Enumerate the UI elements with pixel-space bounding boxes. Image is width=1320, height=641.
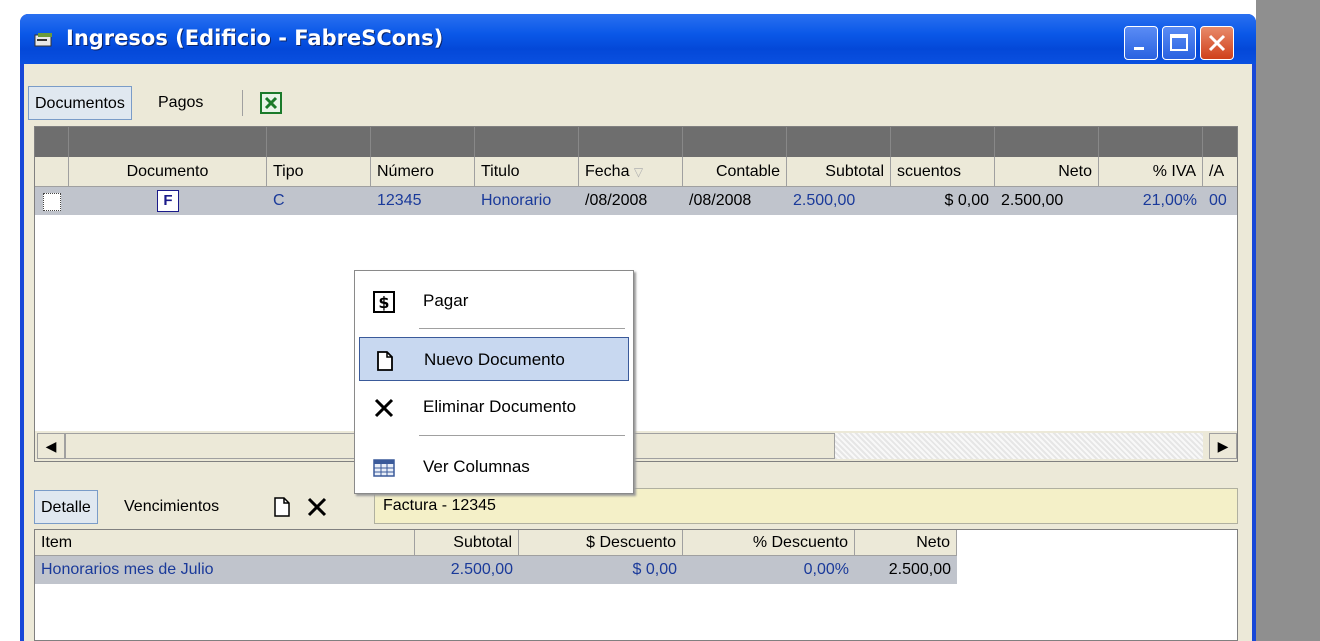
- documents-grid[interactable]: Documento Tipo Número Titulo Fecha ▽ Con…: [34, 126, 1238, 462]
- maximize-button[interactable]: [1162, 26, 1196, 60]
- column-header[interactable]: Contable: [683, 157, 787, 187]
- column-header[interactable]: Subtotal: [787, 157, 891, 187]
- column-header-sorted[interactable]: Fecha ▽: [579, 157, 683, 187]
- columns-icon: [373, 459, 395, 477]
- menu-item-ver-columnas[interactable]: Ver Columnas: [359, 445, 629, 489]
- column-header[interactable]: Documento: [69, 157, 267, 187]
- menu-item-label: Nuevo Documento: [424, 350, 565, 369]
- cell-item: Honorarios mes de Julio: [41, 561, 214, 578]
- tab-vencimientos[interactable]: Vencimientos: [118, 490, 225, 524]
- scroll-right-arrow-icon[interactable]: ▶: [1209, 433, 1237, 459]
- main-window: Ingresos (Edificio - FabreSCons) Documen…: [20, 14, 1256, 641]
- background-area: [1256, 0, 1320, 641]
- horizontal-scrollbar[interactable]: ◀ ▶: [35, 431, 1237, 461]
- close-icon: [1208, 34, 1226, 52]
- cell-fecha: /08/2008: [585, 192, 648, 209]
- client-area: Documentos Pagos Documento Tipo Número T…: [24, 64, 1252, 641]
- menu-item-pagar[interactable]: $ Pagar: [359, 279, 629, 323]
- column-header[interactable]: $ Descuento: [519, 530, 683, 556]
- cell-descuentos: $ 0,00: [944, 192, 989, 209]
- tab-documentos[interactable]: Documentos: [28, 86, 132, 120]
- column-header[interactable]: Número: [371, 157, 475, 187]
- sort-arrow-icon: ▽: [633, 165, 644, 179]
- column-header[interactable]: /A: [1203, 157, 1237, 187]
- column-header[interactable]: Titulo: [475, 157, 579, 187]
- invoice-icon: F: [157, 190, 179, 212]
- column-header[interactable]: % IVA: [1099, 157, 1203, 187]
- table-row[interactable]: Honorarios mes de Julio 2.500,00 $ 0,00 …: [35, 556, 957, 584]
- column-header-row: Documento Tipo Número Titulo Fecha ▽ Con…: [35, 157, 1237, 187]
- cell-neto: 2.500,00: [1001, 192, 1064, 209]
- menu-item-eliminar-documento[interactable]: Eliminar Documento: [359, 385, 629, 429]
- cell-titulo: Honorario: [481, 192, 552, 209]
- app-icon: [34, 33, 52, 47]
- menu-item-label: Eliminar Documento: [423, 397, 577, 416]
- tab-detalle[interactable]: Detalle: [34, 490, 98, 524]
- scroll-left-arrow-icon[interactable]: ◀: [37, 433, 65, 459]
- minimize-button[interactable]: [1124, 26, 1158, 60]
- menu-item-nuevo-documento[interactable]: Nuevo Documento: [359, 337, 629, 381]
- column-header[interactable]: Item: [35, 530, 415, 556]
- delete-icon: [374, 398, 394, 418]
- cell-contable: /08/2008: [689, 192, 752, 209]
- cell-descuento: $ 0,00: [632, 561, 677, 578]
- group-header-row: [35, 127, 1237, 157]
- menu-separator: [419, 328, 625, 329]
- scrollbar-track[interactable]: [835, 433, 1203, 459]
- select-column-header[interactable]: [35, 157, 69, 187]
- cell-pct-descuento: 0,00%: [803, 561, 849, 578]
- cell-subtotal: 2.500,00: [450, 561, 513, 578]
- cell-numero: 12345: [377, 192, 422, 209]
- svg-text:$: $: [378, 293, 389, 312]
- cell-neto: 2.500,00: [888, 561, 951, 578]
- menu-item-label: Ver Columnas: [423, 457, 530, 476]
- cell-a: 00: [1209, 192, 1227, 209]
- cell-subtotal: 2.500,00: [793, 192, 856, 209]
- new-document-icon[interactable]: [272, 496, 292, 518]
- table-row[interactable]: F C 12345 Honorario /08/2008 /08/2008 2.…: [35, 187, 1237, 215]
- menu-separator: [419, 435, 625, 436]
- column-header[interactable]: Neto: [995, 157, 1099, 187]
- context-menu: $ Pagar Nuevo Documento Eliminar Documen…: [354, 270, 634, 494]
- column-header[interactable]: % Descuento: [683, 530, 855, 556]
- close-button[interactable]: [1200, 26, 1234, 60]
- toolbar-divider: [242, 90, 243, 116]
- detail-toolbar: Detalle Vencimientos Factura - 12345: [34, 486, 1238, 526]
- maximize-icon: [1170, 34, 1188, 51]
- detail-grid[interactable]: Item Subtotal $ Descuento % Descuento Ne…: [34, 529, 1238, 641]
- column-header-label: Fecha: [585, 163, 630, 180]
- cell-tipo: C: [273, 192, 285, 209]
- column-header[interactable]: Tipo: [267, 157, 371, 187]
- tab-pagos[interactable]: Pagos: [152, 86, 209, 120]
- dollar-icon: $: [373, 291, 395, 313]
- title-bar[interactable]: Ingresos (Edificio - FabreSCons): [20, 14, 1256, 64]
- new-document-icon: [377, 351, 393, 371]
- window-title: Ingresos (Edificio - FabreSCons): [66, 26, 444, 50]
- row-checkbox[interactable]: [43, 193, 61, 211]
- column-header[interactable]: Neto: [855, 530, 957, 556]
- column-header[interactable]: Subtotal: [415, 530, 519, 556]
- delete-icon[interactable]: [306, 496, 328, 518]
- document-type-cell: F: [69, 187, 267, 215]
- minimize-icon: [1134, 47, 1144, 50]
- excel-icon[interactable]: [260, 92, 282, 114]
- cell-iva: 21,00%: [1142, 192, 1197, 209]
- column-header[interactable]: scuentos: [891, 157, 995, 187]
- menu-item-label: Pagar: [423, 291, 469, 310]
